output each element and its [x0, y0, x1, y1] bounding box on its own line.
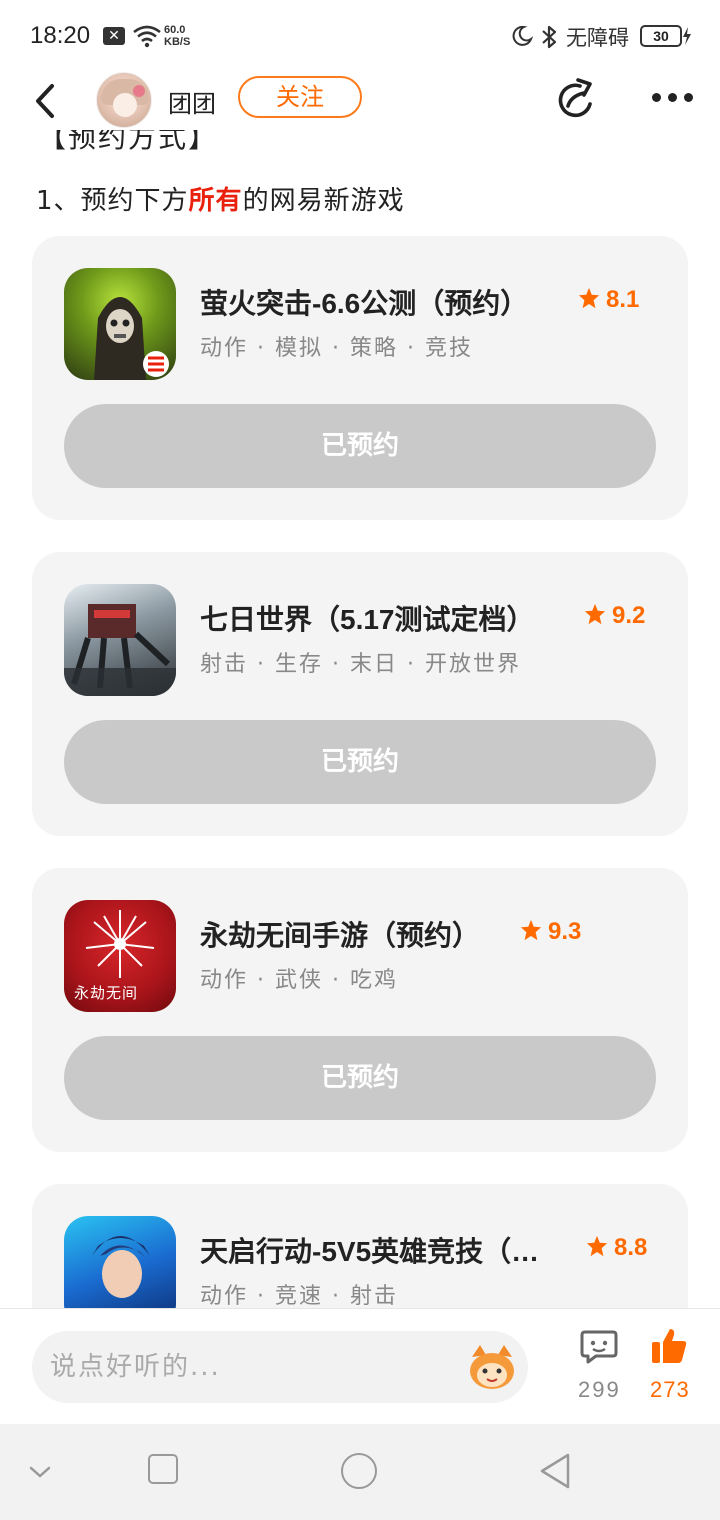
game-icon-monster[interactable]: [64, 584, 176, 696]
post-content: 【预约方式】 1、预约下方所有的网易新游戏 萤火突击-6.6公测（预约） 8.1…: [0, 130, 720, 1308]
more-options-icon[interactable]: [648, 86, 696, 106]
more-dot: [652, 93, 661, 102]
reserved-button[interactable]: 已预约: [64, 720, 656, 804]
game-rating: 9.2: [584, 602, 645, 630]
avatar-flower: [133, 85, 145, 97]
like-count: 273: [650, 1377, 690, 1402]
system-nav-bar: [0, 1424, 720, 1520]
rating-value: 9.2: [612, 602, 646, 629]
game-tags: 射击 · 生存 · 末日 · 开放世界: [200, 652, 521, 677]
game-tags: 动作 · 武侠 · 吃鸡: [200, 968, 398, 993]
star-icon: [586, 1235, 608, 1257]
charging-icon: [683, 27, 691, 45]
game-icon-red-flower[interactable]: 永劫无间: [64, 900, 176, 1012]
monster-art: [64, 604, 176, 696]
game-title[interactable]: 七日世界（5.17测试定档）: [200, 598, 535, 638]
notification-icon: ✕: [103, 27, 125, 45]
game-rating: 8.8: [586, 1234, 647, 1262]
game-icon-hero[interactable]: [64, 1216, 176, 1308]
accessibility-label: 无障碍: [566, 26, 629, 50]
game-tags: 动作 · 模拟 · 策略 · 竞技: [200, 336, 473, 361]
comment-input[interactable]: 说点好听的...: [32, 1331, 528, 1403]
rating-value: 8.1: [606, 286, 640, 313]
rating-value: 9.3: [548, 918, 582, 945]
post-header: 团团 关注: [0, 72, 720, 130]
recent-apps-button[interactable]: [148, 1454, 178, 1484]
home-button[interactable]: [341, 1453, 377, 1489]
avatar-face: [113, 93, 137, 117]
intro-prefix: 1、预约下方: [36, 186, 189, 216]
game-card[interactable]: 永劫无间 永劫无间手游（预约） 9.3 动作 · 武侠 · 吃鸡 已预约: [32, 868, 688, 1152]
game-tags: 动作 · 竞速 · 射击: [200, 1284, 398, 1308]
game-icon-soldier[interactable]: [64, 268, 176, 380]
game-title[interactable]: 永劫无间手游（预约）: [200, 914, 480, 954]
section-heading-text: 【预约方式】: [38, 130, 219, 154]
game-rating: 8.1: [578, 286, 639, 314]
battery-icon: 30: [640, 25, 682, 47]
net-speed: 60.0 KB/S: [164, 24, 190, 48]
wifi-icon: [133, 25, 161, 48]
star-icon: [584, 603, 606, 625]
game-title[interactable]: 萤火突击-6.6公测（预约）: [200, 282, 528, 322]
game-card[interactable]: 天启行动-5V5英雄竞技（… 8.8 动作 · 竞速 · 射击: [32, 1184, 688, 1308]
hero-art: [92, 1236, 150, 1298]
follow-button[interactable]: 关注: [238, 76, 362, 118]
soldier-art: [94, 297, 169, 380]
game-rating: 9.3: [520, 918, 581, 946]
intro-line: 1、预约下方所有的网易新游戏: [36, 180, 405, 217]
more-dot: [668, 93, 677, 102]
comment-bar: 说点好听的... 299 273: [0, 1308, 720, 1424]
star-icon: [578, 287, 600, 309]
thumbs-up-icon[interactable]: [650, 1327, 688, 1365]
net-speed-value: 60.0: [164, 24, 186, 36]
reserved-button[interactable]: 已预约: [64, 404, 656, 488]
nav-back-icon[interactable]: [538, 1452, 572, 1490]
more-dot: [684, 93, 693, 102]
game-icon-label: 永劫无间: [74, 984, 139, 1002]
status-time: 18:20: [30, 22, 91, 49]
author-name[interactable]: 团团: [168, 84, 216, 119]
star-icon: [520, 919, 542, 941]
back-arrow-icon[interactable]: [28, 80, 68, 122]
game-card[interactable]: 七日世界（5.17测试定档） 9.2 射击 · 生存 · 末日 · 开放世界 已…: [32, 552, 688, 836]
game-title[interactable]: 天启行动-5V5英雄竞技（…: [200, 1230, 539, 1270]
chevron-down-icon[interactable]: [28, 1460, 52, 1484]
intro-highlight: 所有: [188, 186, 243, 216]
net-speed-unit: KB/S: [164, 36, 191, 48]
status-bar: 18:20 ✕ 60.0 KB/S 无障碍 30: [0, 0, 720, 72]
emoji-mascot-icon[interactable]: [466, 1343, 518, 1391]
game-card[interactable]: 萤火突击-6.6公测（预约） 8.1 动作 · 模拟 · 策略 · 竞技 已预约: [32, 236, 688, 520]
comment-icon[interactable]: [580, 1329, 618, 1365]
reserved-button[interactable]: 已预约: [64, 1036, 656, 1120]
bluetooth-icon: [542, 25, 557, 49]
intro-suffix: 的网易新游戏: [242, 186, 405, 216]
share-icon[interactable]: [554, 78, 598, 122]
moon-icon: [512, 25, 534, 46]
section-heading: 【预约方式】: [38, 130, 218, 156]
author-avatar[interactable]: [96, 72, 152, 128]
comment-count: 299: [578, 1377, 621, 1402]
rating-value: 8.8: [614, 1234, 648, 1261]
